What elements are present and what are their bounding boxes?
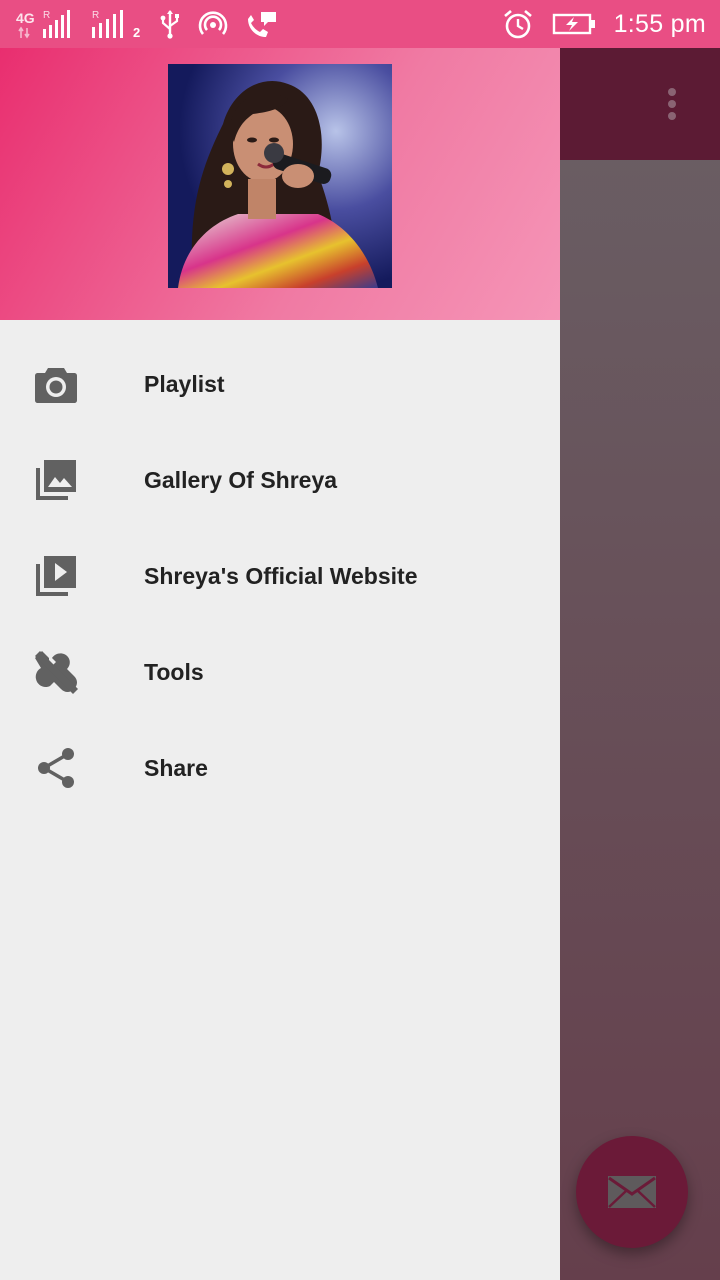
usb-icon (160, 10, 179, 39)
drawer-menu: Playlist Gallery Of Shreya Shreya's Offi… (0, 336, 560, 816)
menu-label-playlist: Playlist (144, 371, 225, 397)
mail-icon (608, 1176, 656, 1208)
wrench-icon (32, 648, 80, 696)
status-bar-left: 4G R R 2 (16, 8, 278, 40)
navigation-drawer: Playlist Gallery Of Shreya Shreya's Offi… (0, 48, 560, 1280)
mail-fab-button[interactable] (576, 1136, 688, 1248)
menu-item-tools[interactable]: Tools (0, 624, 560, 720)
more-vert-icon[interactable] (664, 86, 680, 126)
menu-label-share: Share (144, 755, 208, 781)
sim1-signal: 4G R (16, 9, 74, 39)
drawer-header (0, 48, 560, 320)
signal-2-icon (92, 10, 123, 38)
menu-item-gallery[interactable]: Gallery Of Shreya (0, 432, 560, 528)
battery-charging-icon (552, 13, 595, 35)
menu-label-tools: Tools (144, 659, 204, 685)
hotspot-icon (198, 11, 228, 35)
sim-number: 2 (133, 25, 141, 40)
status-bar-right: 1:55 pm (502, 8, 706, 40)
sim2-signal: R 2 (90, 9, 142, 40)
status-bar: 4G R R 2 1:55 pm (0, 0, 720, 48)
menu-label-gallery: Gallery Of Shreya (144, 467, 338, 493)
alarm-icon (503, 10, 532, 39)
menu-item-playlist[interactable]: Playlist (0, 336, 560, 432)
wifi-calling-icon (248, 12, 276, 37)
signal-icon (18, 10, 70, 39)
camera-icon (32, 360, 80, 408)
profile-photo (168, 64, 392, 288)
clock-time: 1:55 pm (613, 9, 706, 38)
photo-library-icon (32, 456, 80, 504)
menu-item-share[interactable]: Share (0, 720, 560, 816)
menu-item-official-website[interactable]: Shreya's Official Website (0, 528, 560, 624)
share-icon (32, 744, 80, 792)
video-library-icon (32, 552, 80, 600)
menu-label-official-website: Shreya's Official Website (144, 563, 418, 589)
